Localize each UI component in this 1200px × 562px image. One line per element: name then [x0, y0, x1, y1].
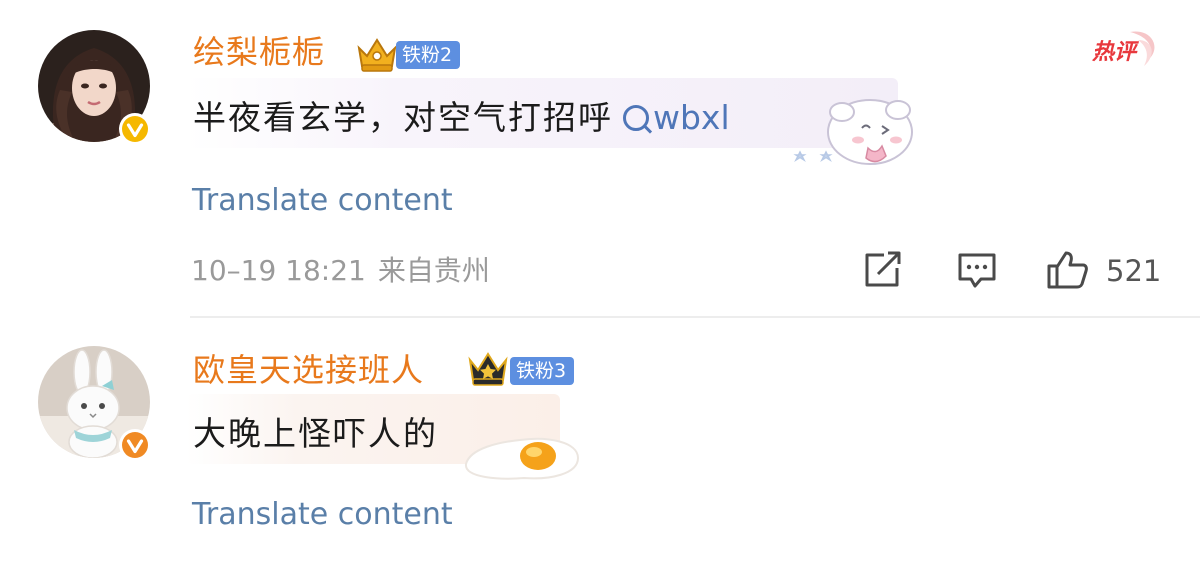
crown-icon [357, 38, 397, 72]
fried-egg-sticker [465, 437, 580, 480]
crown-icon [468, 352, 508, 386]
search-link[interactable]: wbxl [623, 98, 730, 137]
reply-icon[interactable] [956, 250, 998, 290]
comment-text: 半夜看玄学，对空气打招呼 wbxl [193, 96, 730, 140]
search-icon [623, 105, 649, 131]
hot-comment-tag: 热评 [1090, 26, 1162, 76]
avatar[interactable] [38, 346, 151, 461]
like-icon[interactable] [1046, 250, 1090, 290]
like-count: 521 [1106, 254, 1162, 288]
comment-meta: 10–19 18:21 来自贵州 [191, 253, 490, 289]
comment-text-body: 半夜看玄学，对空气打招呼 [193, 98, 613, 137]
fan-level-badge: 铁粉3 [510, 357, 575, 385]
fan-level-badge: 铁粉2 [396, 41, 461, 69]
share-icon[interactable] [862, 250, 904, 290]
avatar[interactable] [38, 30, 151, 145]
translate-link[interactable]: Translate content [192, 183, 453, 219]
translate-link[interactable]: Translate content [192, 497, 453, 533]
verified-icon [119, 113, 151, 145]
username[interactable]: 绘梨栀栀 [193, 32, 325, 72]
comment-location: 来自贵州 [377, 254, 490, 287]
comment-text: 大晚上怪吓人的 [193, 412, 438, 456]
comment-text-body: 大晚上怪吓人的 [193, 414, 438, 453]
cloud-bunny-sticker [793, 99, 913, 165]
verified-icon [119, 429, 151, 461]
comment-item: 欧皇天选接班人 铁粉3 大晚上怪吓人的 Translate content [0, 318, 1200, 562]
username[interactable]: 欧皇天选接班人 [193, 350, 424, 390]
hot-tag-label: 热评 [1092, 40, 1137, 65]
comment-item: 绘梨栀栀 铁粉2 热评 半夜看玄学，对空气打招呼 wbxl Translate c… [0, 0, 1200, 318]
comment-date: 10–19 18:21 [191, 254, 366, 287]
search-link-label: wbxl [653, 98, 730, 137]
